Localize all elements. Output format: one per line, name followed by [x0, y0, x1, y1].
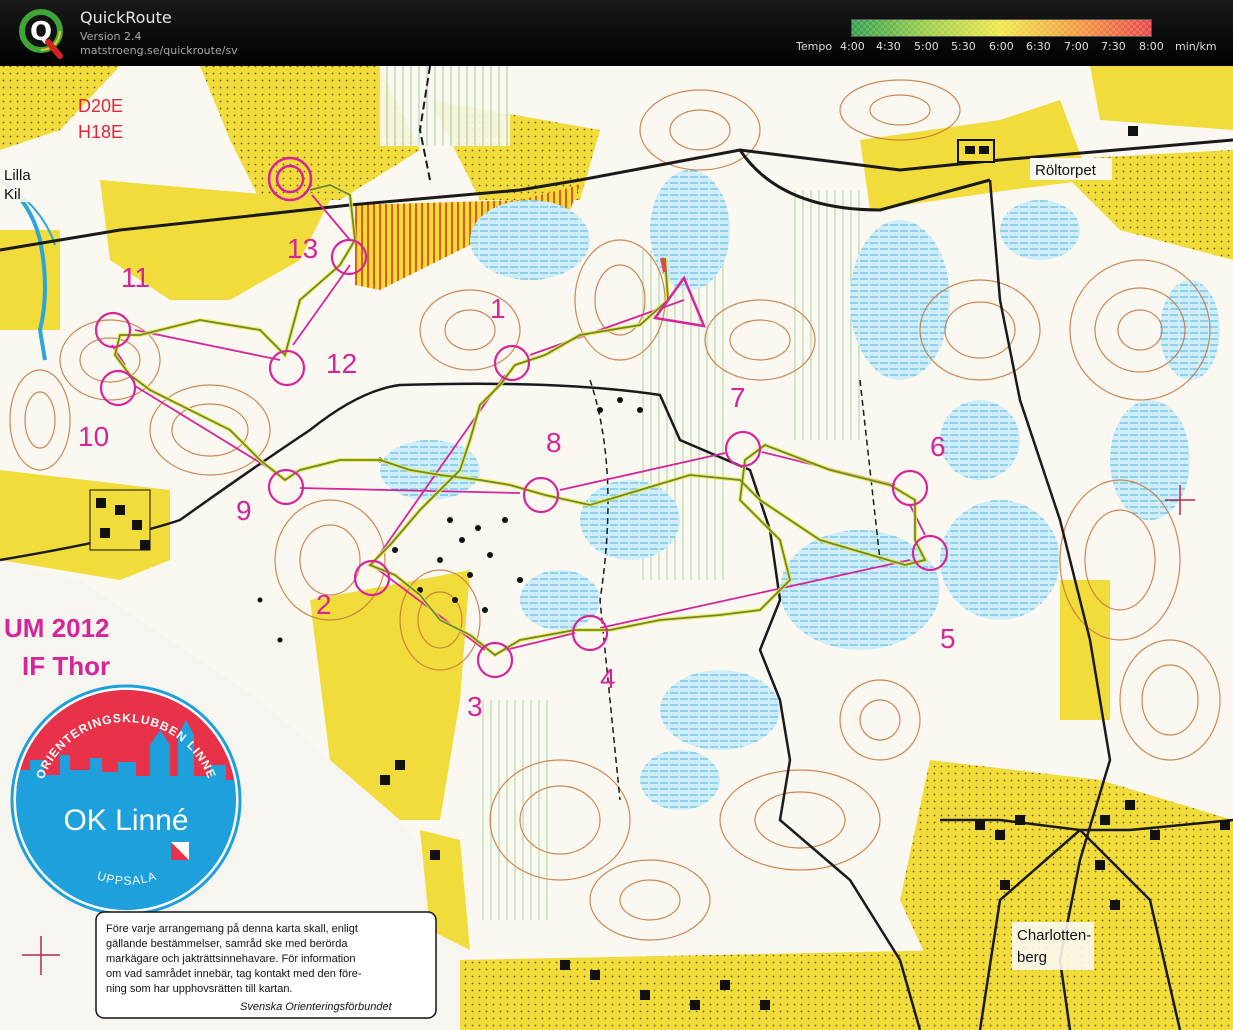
tempo-tick: 6:30 [1026, 40, 1051, 53]
tempo-tick: 4:00 [840, 40, 865, 53]
control-number: 1 [490, 293, 506, 324]
tempo-tick: 7:30 [1101, 40, 1126, 53]
control-number: 2 [316, 589, 332, 620]
marsh [660, 670, 780, 750]
place-name: Röltorpet [1035, 162, 1097, 179]
quickroute-logo-icon: Q [19, 9, 63, 59]
control-number: 5 [940, 623, 956, 654]
marsh [940, 500, 1060, 620]
open-land [1060, 580, 1110, 720]
marsh [1000, 200, 1080, 260]
event-club: IF Thor [22, 651, 110, 681]
class-label: D20E [78, 96, 123, 116]
notice-line: ning som har upphovsrätten till kartan. [106, 983, 293, 995]
tempo-tick: 6:00 [989, 40, 1014, 53]
tempo-tick: 7:00 [1064, 40, 1089, 53]
notice-line: om vad samrådet innebär, tag kontakt med… [106, 968, 362, 980]
notice-line: markägare och jakträttsinnehavare. För i… [106, 953, 355, 965]
control-number: 6 [930, 431, 946, 462]
marsh [940, 400, 1020, 480]
control-number: 4 [600, 663, 616, 694]
app-url: matstroeng.se/quickroute/sv [80, 44, 238, 57]
place-name: berg [1017, 949, 1047, 966]
tempo-label: Tempo [796, 40, 833, 53]
club-logo-name: OK Linné [63, 804, 188, 837]
marsh [650, 170, 730, 290]
marsh [780, 530, 940, 650]
marsh [470, 200, 590, 280]
open-land [1090, 66, 1233, 130]
event-title: UM 2012 [4, 613, 110, 643]
marsh [1110, 400, 1190, 520]
tempo-tick: 8:00 [1139, 40, 1164, 53]
app-version: Version 2.4 [80, 30, 142, 43]
notice-signature: Svenska Orienteringsförbundet [240, 1001, 393, 1013]
tempo-unit: min/km [1175, 40, 1217, 53]
place-name: Kil [4, 186, 21, 203]
notice-line: Före varje arrangemang på denna karta sk… [106, 923, 358, 935]
marsh [1160, 280, 1220, 380]
undergrowth [380, 66, 510, 146]
place-name: Lilla [4, 167, 31, 184]
tempo-color-bar [851, 19, 1152, 37]
control-number: 8 [546, 427, 562, 458]
control-number: 10 [78, 421, 109, 452]
notice-line: gällande bestämmelser, samråd ske med be… [106, 938, 348, 950]
control-number: 9 [236, 495, 252, 526]
marsh [850, 220, 950, 380]
control-number: 11 [121, 262, 150, 293]
tempo-scale: Tempo 4:00 4:30 5:00 5:30 6:00 6:30 7:00… [796, 40, 1226, 54]
control-number: 13 [287, 233, 318, 264]
marsh [520, 570, 600, 630]
undergrowth [790, 190, 860, 440]
tempo-tick: 5:30 [951, 40, 976, 53]
app-title: QuickRoute [80, 8, 172, 27]
tempo-tick: 4:30 [876, 40, 901, 53]
control-number: 12 [326, 348, 357, 379]
tempo-tick: 5:00 [914, 40, 939, 53]
control-number: 3 [467, 691, 483, 722]
open-land [460, 950, 960, 1030]
orienteering-map[interactable]: 1 2 3 4 5 6 7 8 9 10 11 12 13 D20E H18E … [0, 66, 1233, 1030]
map-notice-box: Före varje arrangemang på denna karta sk… [95, 911, 437, 1019]
marsh [640, 750, 720, 810]
class-label: H18E [78, 122, 123, 142]
control-number: 7 [730, 382, 746, 413]
app-header: Q QuickRoute Version 2.4 matstroeng.se/q… [0, 0, 1233, 66]
place-name: Charlotten- [1017, 927, 1091, 944]
